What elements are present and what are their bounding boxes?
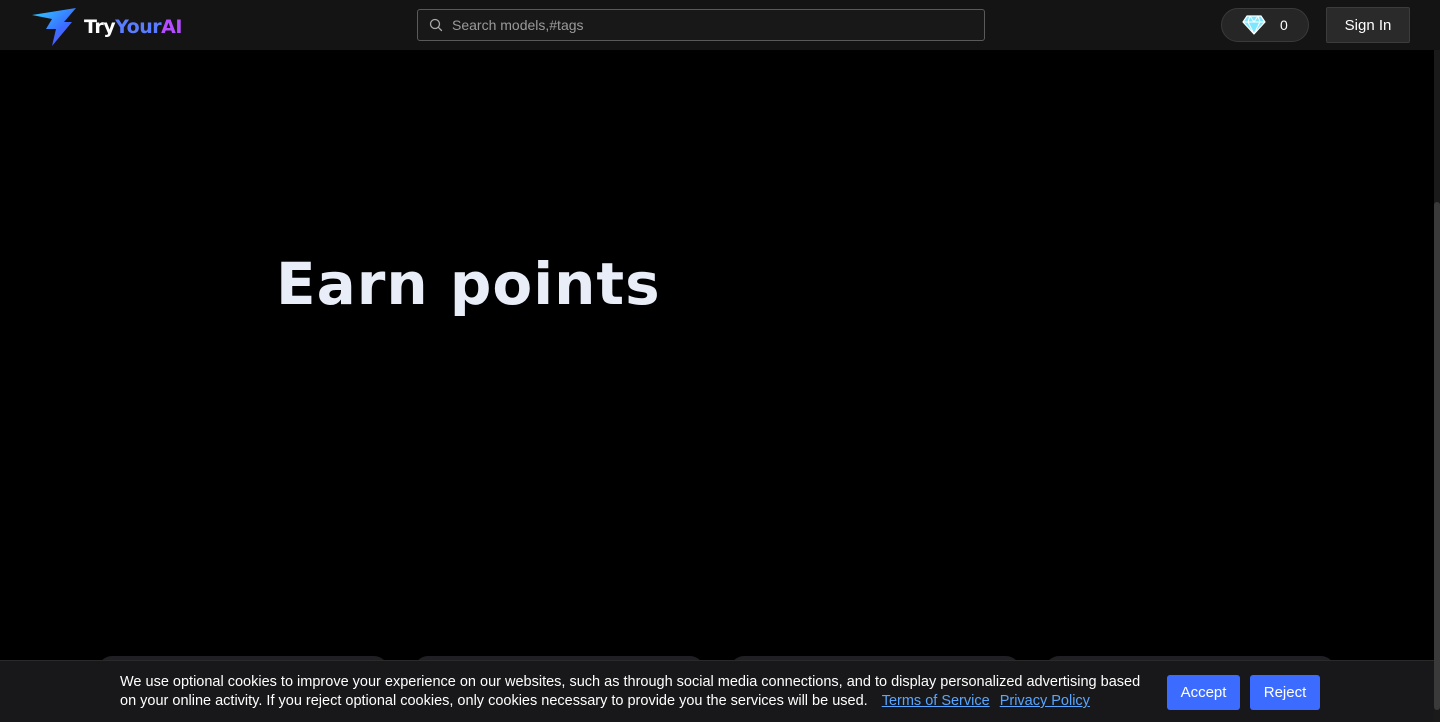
logo-text-your: Your [115, 15, 162, 38]
terms-of-service-link[interactable]: Terms of Service [882, 693, 990, 709]
privacy-policy-link[interactable]: Privacy Policy [1000, 693, 1090, 709]
logo[interactable]: TryYourAI [30, 7, 182, 47]
search-input[interactable] [450, 11, 984, 39]
top-navbar: TryYourAI 0 Sign In [0, 0, 1440, 50]
points-count: 0 [1280, 17, 1288, 33]
search-box[interactable] [417, 9, 985, 41]
reject-cookies-button[interactable]: Reject [1250, 675, 1320, 710]
logo-text-ai: AI [161, 15, 182, 38]
accept-cookies-button[interactable]: Accept [1167, 675, 1240, 710]
cookie-message: We use optional cookies to improve your … [120, 673, 1160, 711]
logo-text-try: Try [84, 15, 116, 38]
sign-in-button[interactable]: Sign In [1326, 7, 1410, 43]
page-title: Earn points [276, 250, 661, 318]
scrollbar-thumb[interactable] [1434, 202, 1440, 710]
diamond-icon [1242, 15, 1266, 35]
search-icon [429, 18, 443, 32]
cookie-banner: We use optional cookies to improve your … [0, 660, 1434, 722]
page-scrollbar[interactable] [1434, 50, 1440, 722]
points-badge[interactable]: 0 [1221, 8, 1309, 42]
logo-wordmark: TryYourAI [84, 15, 182, 38]
lightning-bolt-icon [32, 8, 76, 46]
